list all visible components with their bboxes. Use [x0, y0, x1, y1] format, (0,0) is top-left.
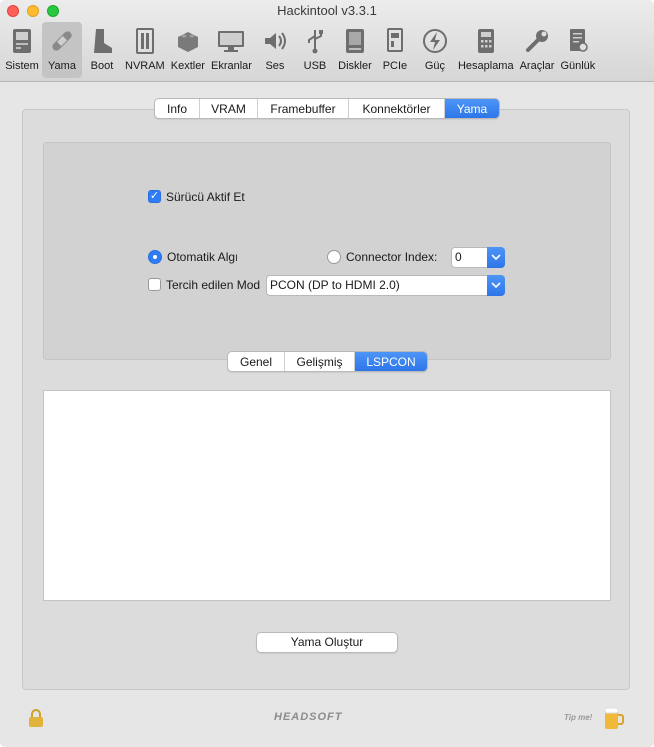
toolbar-item-label: USB	[303, 60, 327, 72]
toolbar-item-ses[interactable]: Ses	[255, 22, 295, 78]
toolbar-item-label: Ses	[265, 60, 285, 72]
toolbar-item-label: PCIe	[382, 60, 408, 72]
tab-vram[interactable]: VRAM	[200, 99, 258, 118]
headsoft-logo: HEADSOFT	[274, 711, 343, 723]
connector-index-label: Connector Index:	[346, 250, 438, 264]
nvram-chip-icon	[128, 25, 162, 57]
boot-icon	[85, 25, 119, 57]
bottom-tab-bar: Genel Gelişmiş LSPCON	[227, 351, 428, 372]
toolbar-item-label: Hesaplama	[457, 60, 514, 72]
patch-output-textarea[interactable]	[43, 390, 611, 601]
power-bolt-icon	[418, 25, 452, 57]
connector-index-value: 0	[455, 250, 462, 264]
log-document-icon	[561, 25, 595, 57]
lego-brick-icon	[171, 25, 205, 57]
preferred-mode-label: Tercih edilen Mod	[166, 278, 260, 292]
toolbar-item-araclar[interactable]: Araçlar	[517, 22, 558, 78]
toolbar-item-label: NVRAM	[125, 60, 165, 72]
toolbar-item-diskler[interactable]: Diskler	[335, 22, 375, 78]
tab-gelismis[interactable]: Gelişmiş	[285, 352, 355, 371]
tab-konnektorler[interactable]: Konnektörler	[349, 99, 445, 118]
toolbar-item-gunluk[interactable]: Günlük	[557, 22, 598, 78]
driver-enable-label: Sürücü Aktif Et	[166, 190, 245, 204]
auto-detect-label: Otomatik Algıla	[167, 250, 237, 264]
tip-me-label[interactable]: Tip me!	[564, 713, 592, 722]
computer-icon	[5, 25, 39, 57]
top-tab-bar: Info VRAM Framebuffer Konnektörler Yama	[154, 98, 500, 119]
toolbar-item-yama[interactable]: Yama	[42, 22, 82, 78]
monitor-icon	[214, 25, 248, 57]
generate-patch-button[interactable]: Yama Oluştur	[256, 632, 398, 653]
wrench-icon	[520, 25, 554, 57]
connector-index-radio[interactable]	[327, 250, 341, 264]
toolbar-item-hesaplama[interactable]: Hesaplama	[455, 22, 517, 78]
tab-yama[interactable]: Yama	[445, 99, 499, 118]
toolbar-item-label: Günlük	[560, 60, 596, 72]
toolbar-item-usb[interactable]: USB	[295, 22, 335, 78]
lspcon-settings-box	[43, 142, 611, 360]
beer-mug-icon[interactable]	[603, 705, 625, 734]
usb-icon	[298, 25, 332, 57]
preferred-mode-select[interactable]: PCON (DP to HDMI 2.0)	[266, 275, 505, 296]
toolbar-item-label: Diskler	[338, 60, 372, 72]
main-toolbar: Sistem Yama Boot NVRAM Kextler Ekranlar …	[2, 22, 598, 80]
title-bar: Hackintool v3.3.1 Sistem Yama Boot NVRAM…	[0, 0, 654, 82]
disk-icon	[338, 25, 372, 57]
toolbar-item-label: Yama	[48, 60, 76, 72]
preferred-mode-value: PCON (DP to HDMI 2.0)	[270, 278, 400, 292]
toolbar-item-guc[interactable]: Güç	[415, 22, 455, 78]
toolbar-item-pcie[interactable]: PCIe	[375, 22, 415, 78]
preferred-mode-checkbox[interactable]	[148, 278, 161, 291]
toolbar-item-ekranlar[interactable]: Ekranlar	[208, 22, 255, 78]
toolbar-item-label: Boot	[90, 60, 114, 72]
toolbar-item-boot[interactable]: Boot	[82, 22, 122, 78]
toolbar-item-label: Sistem	[5, 60, 39, 72]
tab-info[interactable]: Info	[155, 99, 200, 118]
pcie-card-icon	[378, 25, 412, 57]
bandage-icon	[45, 25, 79, 57]
window-title: Hackintool v3.3.1	[277, 3, 377, 18]
auto-detect-radio[interactable]	[148, 250, 162, 264]
toolbar-item-label: Ekranlar	[210, 60, 252, 72]
calculator-icon	[469, 25, 503, 57]
driver-enable-checkbox[interactable]: ✓	[148, 190, 161, 203]
toolbar-item-label: Araçlar	[519, 60, 555, 72]
speaker-icon	[258, 25, 292, 57]
toolbar-item-kextler[interactable]: Kextler	[168, 22, 208, 78]
chevron-down-icon[interactable]	[487, 247, 505, 268]
tab-genel[interactable]: Genel	[228, 352, 285, 371]
chevron-down-icon[interactable]	[487, 275, 505, 296]
connector-index-combo[interactable]: 0	[451, 247, 505, 268]
checkmark-icon: ✓	[149, 190, 160, 202]
toolbar-item-nvram[interactable]: NVRAM	[122, 22, 168, 78]
app-window: Hackintool v3.3.1 Sistem Yama Boot NVRAM…	[0, 0, 654, 747]
lock-icon[interactable]	[27, 708, 45, 731]
tab-lspcon[interactable]: LSPCON	[355, 352, 427, 371]
toolbar-item-sistem[interactable]: Sistem	[2, 22, 42, 78]
tab-framebuffer[interactable]: Framebuffer	[258, 99, 349, 118]
toolbar-item-label: Kextler	[170, 60, 205, 72]
toolbar-item-label: Güç	[424, 60, 446, 72]
